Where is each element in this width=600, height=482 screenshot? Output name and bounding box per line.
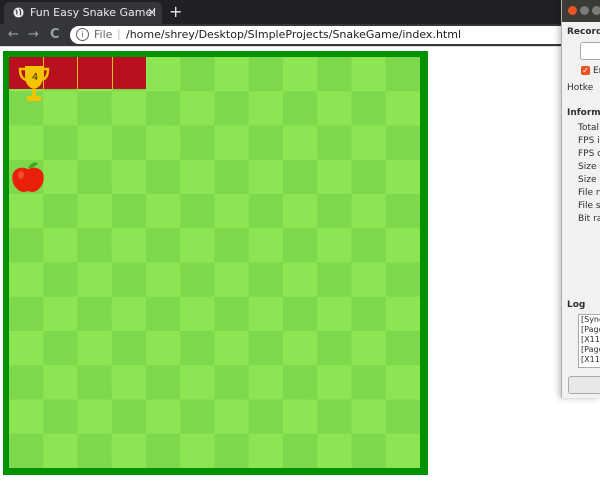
recording-section-title: Recordin [567,27,600,37]
info-row: Total f [578,123,600,133]
info-row: Size in [578,162,600,172]
log-line: [Page [581,325,600,334]
forward-button[interactable]: → [28,27,39,42]
browser-tab-bar: Fun Easy Snake Game! × + [0,0,600,24]
recording-input[interactable] [580,42,600,60]
window-minimize-icon[interactable] [580,6,589,15]
info-icon[interactable]: i [76,28,89,41]
window-maximize-icon[interactable] [592,6,600,15]
enable-checkbox-label: Er [593,66,600,76]
info-row: File na [578,188,600,198]
recorder-button[interactable] [568,376,600,394]
info-row: Size o [578,175,600,185]
snake-segment [78,57,113,89]
globe-icon [13,7,24,18]
info-row: FPS in [578,136,600,146]
info-row: Bit rat [578,214,600,224]
apple-icon [12,162,44,192]
window-close-icon[interactable] [568,6,577,15]
tab-close-icon[interactable]: × [147,5,157,19]
url-scheme: File [94,28,113,41]
snake-segment [112,57,146,89]
url-separator: | [117,27,121,40]
browser-toolbar: ← → C i File | /home/shrey/Desktop/SImpl… [0,24,600,46]
trophy-icon [18,66,50,101]
log-line: [Page [581,345,600,354]
log-line: [X11I [581,355,600,364]
toolbar-divider [0,46,600,47]
info-row: File si [578,201,600,211]
address-bar[interactable]: i File | /home/shrey/Desktop/SImpleProje… [70,26,590,44]
recorder-titlebar [562,0,600,22]
log-line: [X11I [581,335,600,344]
back-button[interactable]: ← [8,27,19,42]
new-tab-button[interactable]: + [169,2,182,21]
tab-title: Fun Easy Snake Game! [30,6,157,19]
info-row: FPS o [578,149,600,159]
reload-button[interactable]: C [50,27,60,42]
game-board[interactable]: 4 [3,51,428,475]
information-section-title: Informat [567,108,600,118]
browser-tab[interactable]: Fun Easy Snake Game! × [4,2,162,24]
recorder-window: Recordin ✓ Er Hotke Informat Total f FPS… [561,0,600,398]
score-value: 4 [31,72,39,83]
enable-checkbox[interactable]: ✓ [581,66,590,75]
url-text[interactable]: /home/shrey/Desktop/SImpleProjects/Snake… [126,28,461,41]
hotkey-label: Hotke [567,83,594,93]
log-section-title: Log [567,300,586,310]
log-box[interactable]: [Sync [Page [X11I [Page [X11I [578,314,600,368]
log-line: [Sync [581,315,600,324]
checkerboard-grid [9,57,420,468]
